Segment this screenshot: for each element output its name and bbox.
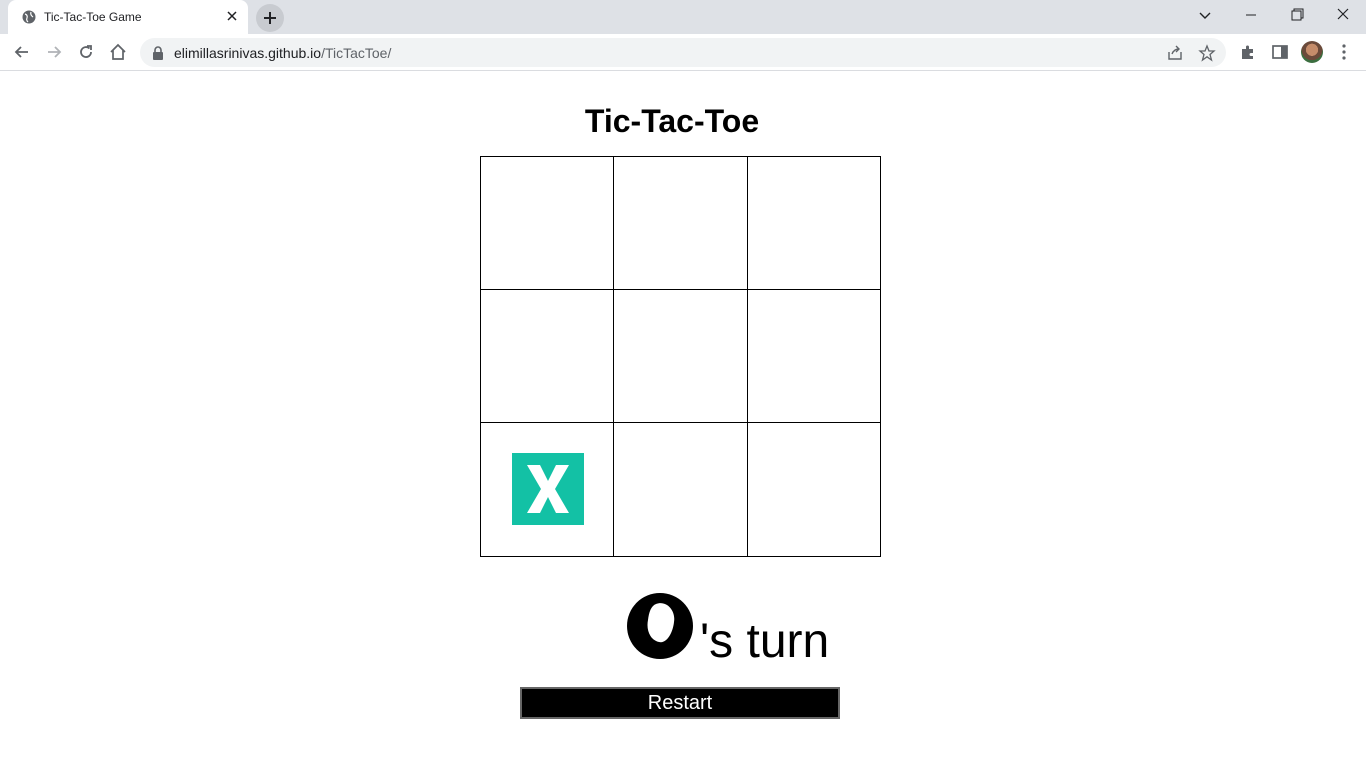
globe-icon — [22, 10, 36, 24]
bookmark-star-icon[interactable] — [1198, 44, 1216, 62]
browser-toolbar: elimillasrinivas.github.io/TicTacToe/ — [0, 34, 1366, 71]
o-player-icon — [627, 593, 693, 659]
board-cell-0-2[interactable] — [747, 156, 881, 290]
restart-button[interactable]: Restart — [520, 687, 840, 719]
close-window-icon[interactable] — [1329, 4, 1357, 28]
board-cell-1-1[interactable] — [613, 289, 748, 423]
restore-icon[interactable] — [1283, 4, 1311, 28]
browser-tab[interactable]: Tic-Tac-Toe Game — [8, 0, 248, 34]
page-title: Tic-Tac-Toe — [584, 103, 760, 139]
lock-icon — [153, 46, 163, 60]
url-host: elimillasrinivas.github.io — [174, 45, 322, 61]
back-arrow-icon[interactable] — [12, 42, 32, 62]
turn-indicator: 's turn — [0, 588, 1366, 668]
tab-title: Tic-Tac-Toe Game — [44, 10, 142, 24]
home-icon[interactable] — [108, 42, 128, 62]
close-tab-icon[interactable] — [224, 8, 240, 24]
more-menu-icon[interactable] — [1334, 42, 1354, 62]
new-tab-button[interactable] — [256, 4, 284, 32]
board-cell-2-1[interactable] — [613, 422, 748, 557]
board-cell-2-2[interactable] — [747, 422, 881, 557]
board-cell-0-1[interactable] — [613, 156, 748, 290]
url-text: elimillasrinivas.github.io/TicTacToe/ — [174, 45, 391, 61]
turn-text: 's turn — [700, 615, 830, 668]
board-cell-1-2[interactable] — [747, 289, 881, 423]
x-mark-icon — [512, 453, 584, 525]
share-icon[interactable] — [1166, 44, 1184, 62]
reload-icon[interactable] — [76, 42, 96, 62]
browser-tab-strip: Tic-Tac-Toe Game — [0, 0, 1366, 34]
board-cell-1-0[interactable] — [480, 289, 614, 423]
extensions-puzzle-icon[interactable] — [1238, 42, 1258, 62]
game-board — [480, 156, 881, 557]
forward-arrow-icon[interactable] — [44, 42, 64, 62]
tab-search-icon[interactable] — [1191, 4, 1219, 28]
board-cell-2-0[interactable] — [480, 422, 614, 557]
side-panel-icon[interactable] — [1270, 42, 1290, 62]
profile-avatar[interactable] — [1301, 41, 1323, 63]
page-content: Tic-Tac-Toe 's turn Restart — [0, 71, 1366, 768]
minimize-icon[interactable] — [1237, 4, 1265, 28]
plus-icon — [264, 12, 276, 24]
board-cell-0-0[interactable] — [480, 156, 614, 290]
address-bar[interactable]: elimillasrinivas.github.io/TicTacToe/ — [140, 38, 1226, 67]
url-path: /TicTacToe/ — [321, 45, 392, 61]
